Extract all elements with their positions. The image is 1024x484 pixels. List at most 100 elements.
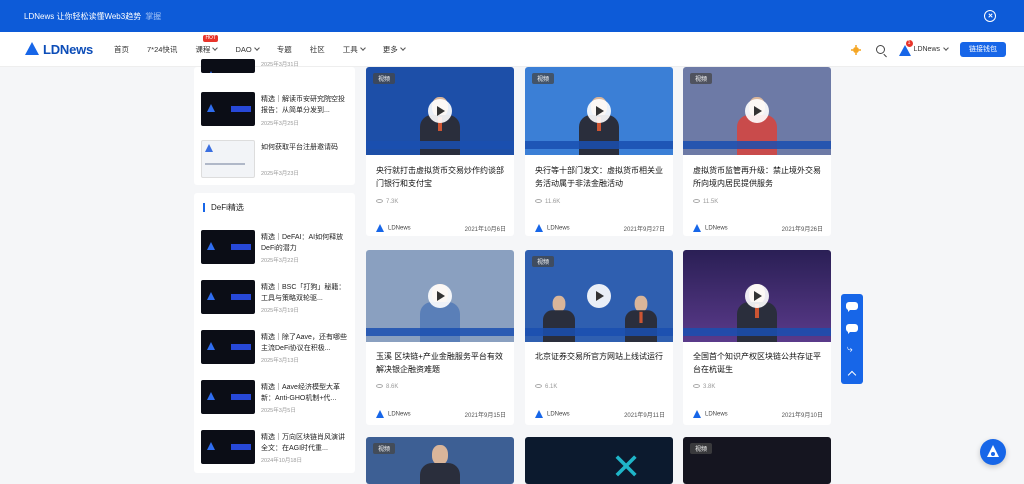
article-thumbnail xyxy=(201,230,255,264)
list-item[interactable]: 精选｜除了Aave，还有哪些主流DeFi协议在积极... 2025年3月13日 xyxy=(201,330,349,364)
author-logo-icon xyxy=(376,224,384,232)
nav-item-community[interactable]: 社区 xyxy=(310,44,325,55)
nav-item-home[interactable]: 首页 xyxy=(114,44,129,55)
card-date: 2021年9月10日 xyxy=(781,413,823,419)
site-logo[interactable]: LDNews xyxy=(24,41,93,57)
video-card[interactable]: 视频 xyxy=(366,437,514,484)
list-item[interactable]: 如何获取平台注册邀请码 2025年3月23日 xyxy=(201,140,349,178)
list-item[interactable]: 精选｜BSC「打狗」秘籍：工具与策略双轮驱... 2025年3月19日 xyxy=(201,280,349,314)
video-badge: 视频 xyxy=(373,73,396,84)
card-title[interactable]: 全国首个知识产权区块链公共存证平台在杭诞生 xyxy=(693,350,823,376)
logo-icon xyxy=(24,41,40,57)
article-thumbnail xyxy=(201,380,255,414)
card-title[interactable]: 央行就打击虚拟货币交易炒作约谈部门银行和支付宝 xyxy=(376,164,506,190)
article-thumbnail xyxy=(201,330,255,364)
video-card[interactable]: ✕ xyxy=(525,437,673,484)
list-item[interactable]: 精选｜DeFAI：AI如何释放DeFi的潜力 2025年3月22日 xyxy=(201,230,349,264)
caption-bar xyxy=(683,141,831,149)
author-logo-icon xyxy=(535,224,543,232)
top-banner: LDNews 让你轻松读懂Web3趋势 掌握 xyxy=(0,0,1024,32)
video-card[interactable]: 全国首个知识产权区块链公共存证平台在杭诞生 3.8K LDNews 2021年9月… xyxy=(683,250,831,425)
nav-item-flash[interactable]: 7*24快讯 xyxy=(147,44,177,55)
card-footer: LDNews 2021年9月26日 xyxy=(693,224,823,233)
section-title: DeFi精选 xyxy=(203,203,244,212)
play-icon[interactable] xyxy=(745,99,769,123)
video-thumbnail: 视频 xyxy=(366,437,514,484)
card-footer: LDNews 2021年10月6日 xyxy=(376,224,506,233)
card-title[interactable]: 北京证券交易所官方网站上线试运行 xyxy=(535,350,665,363)
nav-item-topic[interactable]: 专题 xyxy=(277,44,292,55)
nav-item-course-label: 课程 xyxy=(195,45,211,54)
list-item[interactable]: 2025年3月31日 xyxy=(201,59,349,73)
video-card[interactable]: 玉溪 区块链+产业金融服务平台有效解决银企融资难题 8.6K LDNews 202… xyxy=(366,250,514,425)
caption-bar xyxy=(525,141,673,149)
view-count-value: 6.1K xyxy=(545,384,558,390)
main-nav: LDNews 首页 7*24快讯 HOT 课程 DAO 专题 社区 工具 更多 … xyxy=(0,32,1024,67)
chat-icon[interactable] xyxy=(846,302,858,312)
card-title[interactable]: 虚拟货币监管再升级：禁止境外交易所向境内居民提供服务 xyxy=(693,164,823,190)
connect-wallet-button[interactable]: 链接钱包 xyxy=(960,42,1006,57)
author-name[interactable]: LDNews xyxy=(547,226,570,232)
video-thumbnail: 视频 xyxy=(525,67,673,155)
author-logo-icon xyxy=(535,410,543,418)
theme-toggle-icon[interactable] xyxy=(850,44,862,56)
author-name[interactable]: LDNews xyxy=(705,412,728,418)
video-card[interactable]: 视频 虚拟货币监管再升级：禁止境外交易所向境内居民提供服务 11.5K LDNe… xyxy=(683,67,831,236)
comment-icon[interactable] xyxy=(846,324,858,334)
author-name[interactable]: LDNews xyxy=(388,226,411,232)
article-date: 2025年3月22日 xyxy=(261,258,299,264)
nav-item-dao[interactable]: DAO xyxy=(235,45,260,54)
card-title[interactable]: 央行等十部门发文：虚拟货币相关业务活动属于非法金融活动 xyxy=(535,164,665,190)
article-title: 如何获取平台注册邀请码 xyxy=(261,144,338,151)
list-item[interactable]: 精选｜万向区块链肖风演讲全文：在AGI时代重... 2024年10月18日 xyxy=(201,430,349,464)
video-thumbnail: ✕ xyxy=(525,437,673,484)
card-title[interactable]: 玉溪 区块链+产业金融服务平台有效解决银企融资难题 xyxy=(376,350,506,376)
list-item[interactable]: 精选｜解读币安研究院空投报告：从简单分发到... 2025年3月25日 xyxy=(201,92,349,127)
video-badge: 视频 xyxy=(373,443,396,454)
sidebar-defi: DeFi精选 精选｜DeFAI：AI如何释放DeFi的潜力 2025年3月22日… xyxy=(194,193,355,473)
account-menu[interactable]: 1 LDNews xyxy=(898,39,949,56)
card-footer: LDNews 2021年9月27日 xyxy=(535,224,665,233)
play-icon[interactable] xyxy=(428,284,452,308)
video-card[interactable]: 视频 央行等十部门发文：虚拟货币相关业务活动属于非法金融活动 11.6K LDN… xyxy=(525,67,673,236)
play-icon[interactable] xyxy=(587,284,611,308)
hot-badge: HOT xyxy=(203,35,218,42)
nav-item-dao-label: DAO xyxy=(235,45,252,54)
close-icon[interactable] xyxy=(984,10,996,22)
view-count: 8.6K xyxy=(376,384,398,390)
chevron-down-icon xyxy=(212,45,219,51)
author-name[interactable]: LDNews xyxy=(547,412,570,418)
article-title: 精选｜解读币安研究院空投报告：从简单分发到... xyxy=(261,96,345,114)
video-card[interactable]: 视频 央行就打击虚拟货币交易炒作约谈部门银行和支付宝 7.3K LDNews 20… xyxy=(366,67,514,236)
banner-sub: 掌握 xyxy=(145,11,162,21)
video-badge: 视频 xyxy=(532,256,555,267)
eye-icon xyxy=(535,384,542,389)
play-icon[interactable] xyxy=(428,99,452,123)
video-thumbnail: 视频 xyxy=(366,67,514,155)
assistant-icon[interactable] xyxy=(980,439,1006,465)
nav-item-tools[interactable]: 工具 xyxy=(343,44,366,55)
author-name[interactable]: LDNews xyxy=(388,412,411,418)
play-icon[interactable] xyxy=(587,99,611,123)
view-count: 3.8K xyxy=(693,384,715,390)
video-thumbnail xyxy=(366,250,514,342)
play-icon[interactable] xyxy=(745,284,769,308)
eye-icon xyxy=(693,384,700,389)
video-thumbnail: 视频 xyxy=(683,437,831,484)
video-card[interactable]: 视频 xyxy=(683,437,831,484)
card-date: 2021年10月6日 xyxy=(464,227,506,233)
video-badge: 视频 xyxy=(690,73,713,84)
article-date: 2025年3月13日 xyxy=(261,358,299,364)
view-count: 7.3K xyxy=(376,199,398,205)
list-item[interactable]: 精选｜Aave经济模型大革新：Anti-GHO机制+代... 2025年3月5日 xyxy=(201,380,349,414)
video-card[interactable]: 视频 北京证券交易所官方网站上线试运行 6.1K LDNews 2021年9月11… xyxy=(525,250,673,425)
author-name[interactable]: LDNews xyxy=(705,226,728,232)
back-to-top-icon[interactable] xyxy=(846,368,858,378)
nav-item-course[interactable]: HOT 课程 xyxy=(195,35,219,55)
search-icon[interactable] xyxy=(875,45,885,54)
share-icon[interactable] xyxy=(846,344,858,356)
article-date: 2025年3月5日 xyxy=(261,408,296,414)
article-thumbnail xyxy=(201,280,255,314)
nav-item-more[interactable]: 更多 xyxy=(383,44,406,55)
article-thumbnail xyxy=(201,59,255,73)
